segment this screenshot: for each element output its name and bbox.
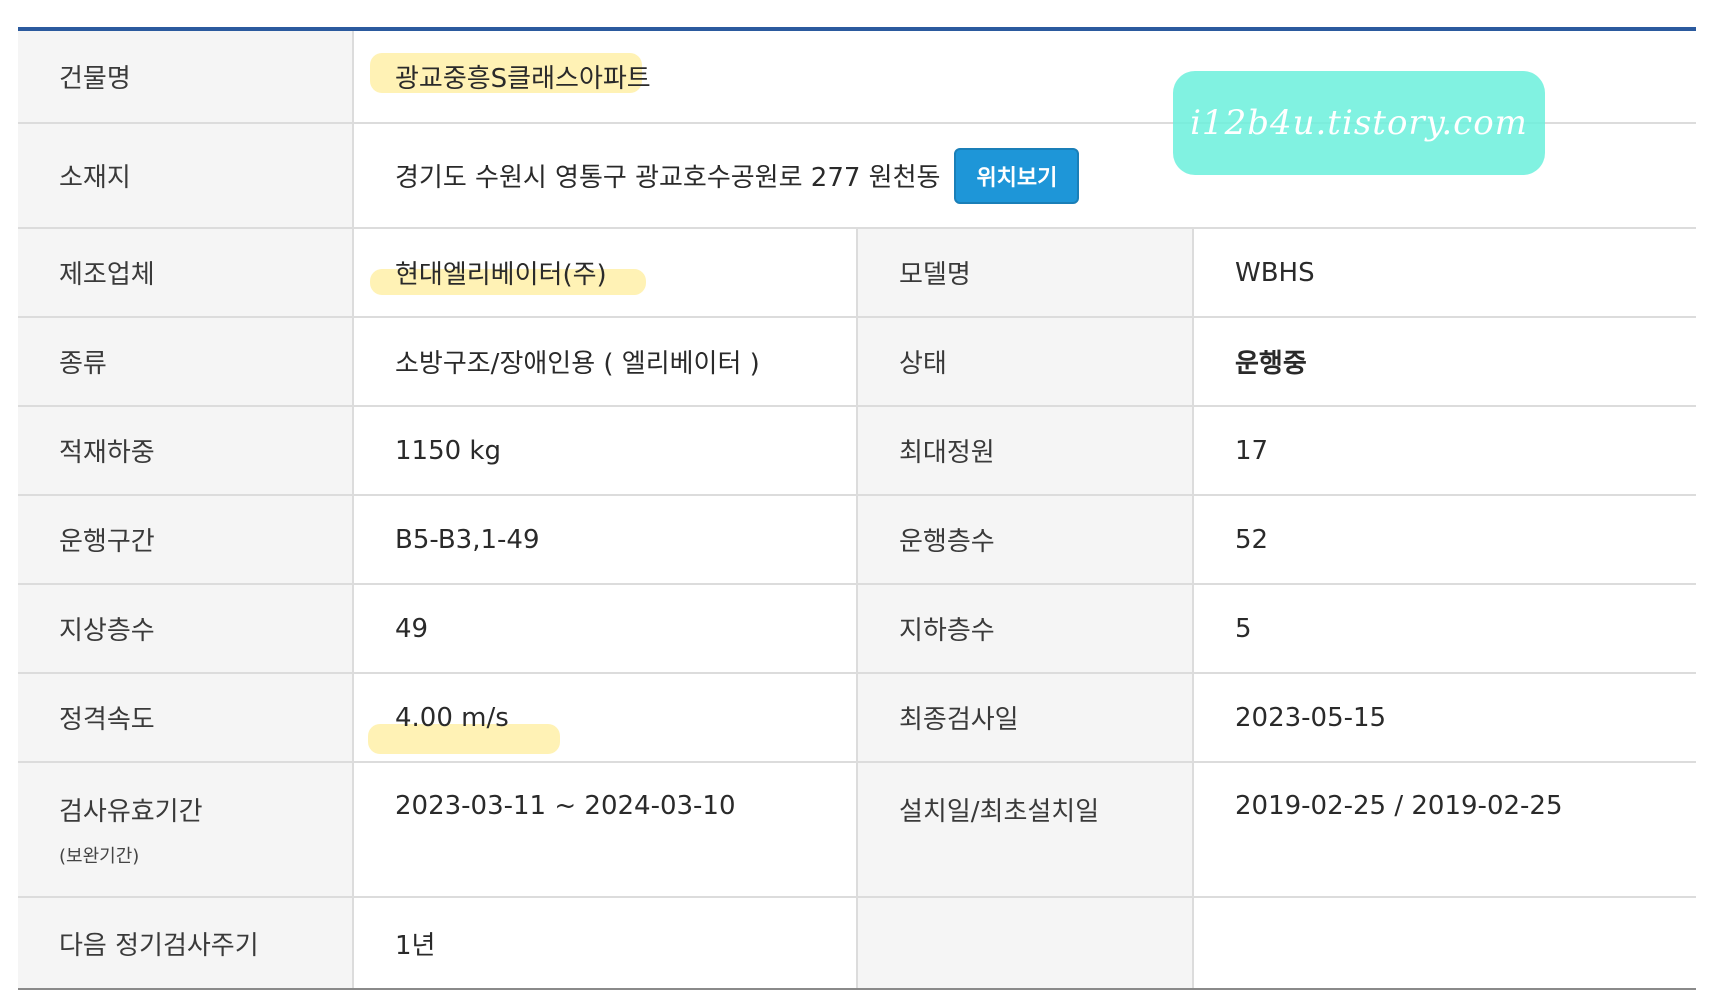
manufacturer-value: 현대엘리베이터(주) — [395, 260, 607, 290]
building-name-label: 건물명 — [18, 31, 354, 122]
capacity-value: 17 — [1235, 435, 1269, 466]
install-label: 설치일/최초설치일 — [858, 763, 1194, 896]
watermark: i12b4u.tistory.com — [1173, 71, 1545, 175]
load-label: 적재하중 — [18, 407, 354, 494]
last-inspection-label: 최종검사일 — [858, 674, 1194, 761]
row-load: 적재하중 1150 kg 최대정원 17 — [18, 407, 1696, 496]
empty-value-cell — [1194, 898, 1696, 988]
manufacturer-label: 제조업체 — [18, 229, 354, 316]
next-cycle-value: 1년 — [354, 898, 858, 988]
model-label: 모델명 — [858, 229, 1194, 316]
section-value: B5-B3,1-49 — [354, 496, 858, 583]
empty-label-cell — [858, 898, 1194, 988]
speed-value-cell: 4.00 m/s — [354, 674, 858, 761]
address-value: 경기도 수원시 영통구 광교호수공원로 277 원천동 — [395, 163, 941, 193]
address-label: 소재지 — [18, 124, 354, 227]
type-label: 종류 — [18, 318, 354, 405]
floors-value: 52 — [1235, 524, 1269, 555]
below-ground-label: 지하층수 — [858, 585, 1194, 672]
row-type: 종류 소방구조/장애인용 ( 엘리베이터 ) 상태 운행중 — [18, 318, 1696, 407]
row-above-ground: 지상층수 49 지하층수 5 — [18, 585, 1696, 674]
next-cycle-label: 다음 정기검사주기 — [18, 898, 354, 988]
row-speed: 정격속도 4.00 m/s 최종검사일 2023-05-15 — [18, 674, 1696, 763]
validity-label: 검사유효기간 — [59, 797, 203, 827]
last-inspection-value: 2023-05-15 — [1235, 702, 1387, 733]
building-name-value: 광교중흥S클래스아파트 — [395, 64, 651, 94]
above-ground-value: 49 — [354, 585, 858, 672]
view-location-button[interactable]: 위치보기 — [954, 147, 1080, 204]
validity-value: 2023-03-11 ~ 2024-03-10 — [354, 763, 858, 896]
status-value: 운행중 — [1235, 349, 1307, 379]
speed-value: 4.00 m/s — [395, 702, 509, 733]
floors-label: 운행층수 — [858, 496, 1194, 583]
validity-label-cell: 검사유효기간 (보완기간) — [18, 763, 354, 896]
model-value: WBHS — [1235, 257, 1315, 288]
row-manufacturer: 제조업체 현대엘리베이터(주) 모델명 WBHS — [18, 229, 1696, 318]
section-label: 운행구간 — [18, 496, 354, 583]
load-value: 1150 kg — [354, 407, 858, 494]
manufacturer-value-cell: 현대엘리베이터(주) — [354, 229, 858, 316]
row-next-cycle: 다음 정기검사주기 1년 — [18, 898, 1696, 988]
capacity-label: 최대정원 — [858, 407, 1194, 494]
above-ground-label: 지상층수 — [18, 585, 354, 672]
status-label: 상태 — [858, 318, 1194, 405]
speed-label: 정격속도 — [18, 674, 354, 761]
below-ground-value: 5 — [1235, 613, 1252, 644]
row-validity: 검사유효기간 (보완기간) 2023-03-11 ~ 2024-03-10 설치… — [18, 763, 1696, 898]
validity-sublabel: (보완기간) — [59, 846, 140, 867]
type-value: 소방구조/장애인용 ( 엘리베이터 ) — [354, 318, 858, 405]
install-value: 2019-02-25 / 2019-02-25 — [1235, 791, 1563, 821]
row-section: 운행구간 B5-B3,1-49 운행층수 52 — [18, 496, 1696, 585]
